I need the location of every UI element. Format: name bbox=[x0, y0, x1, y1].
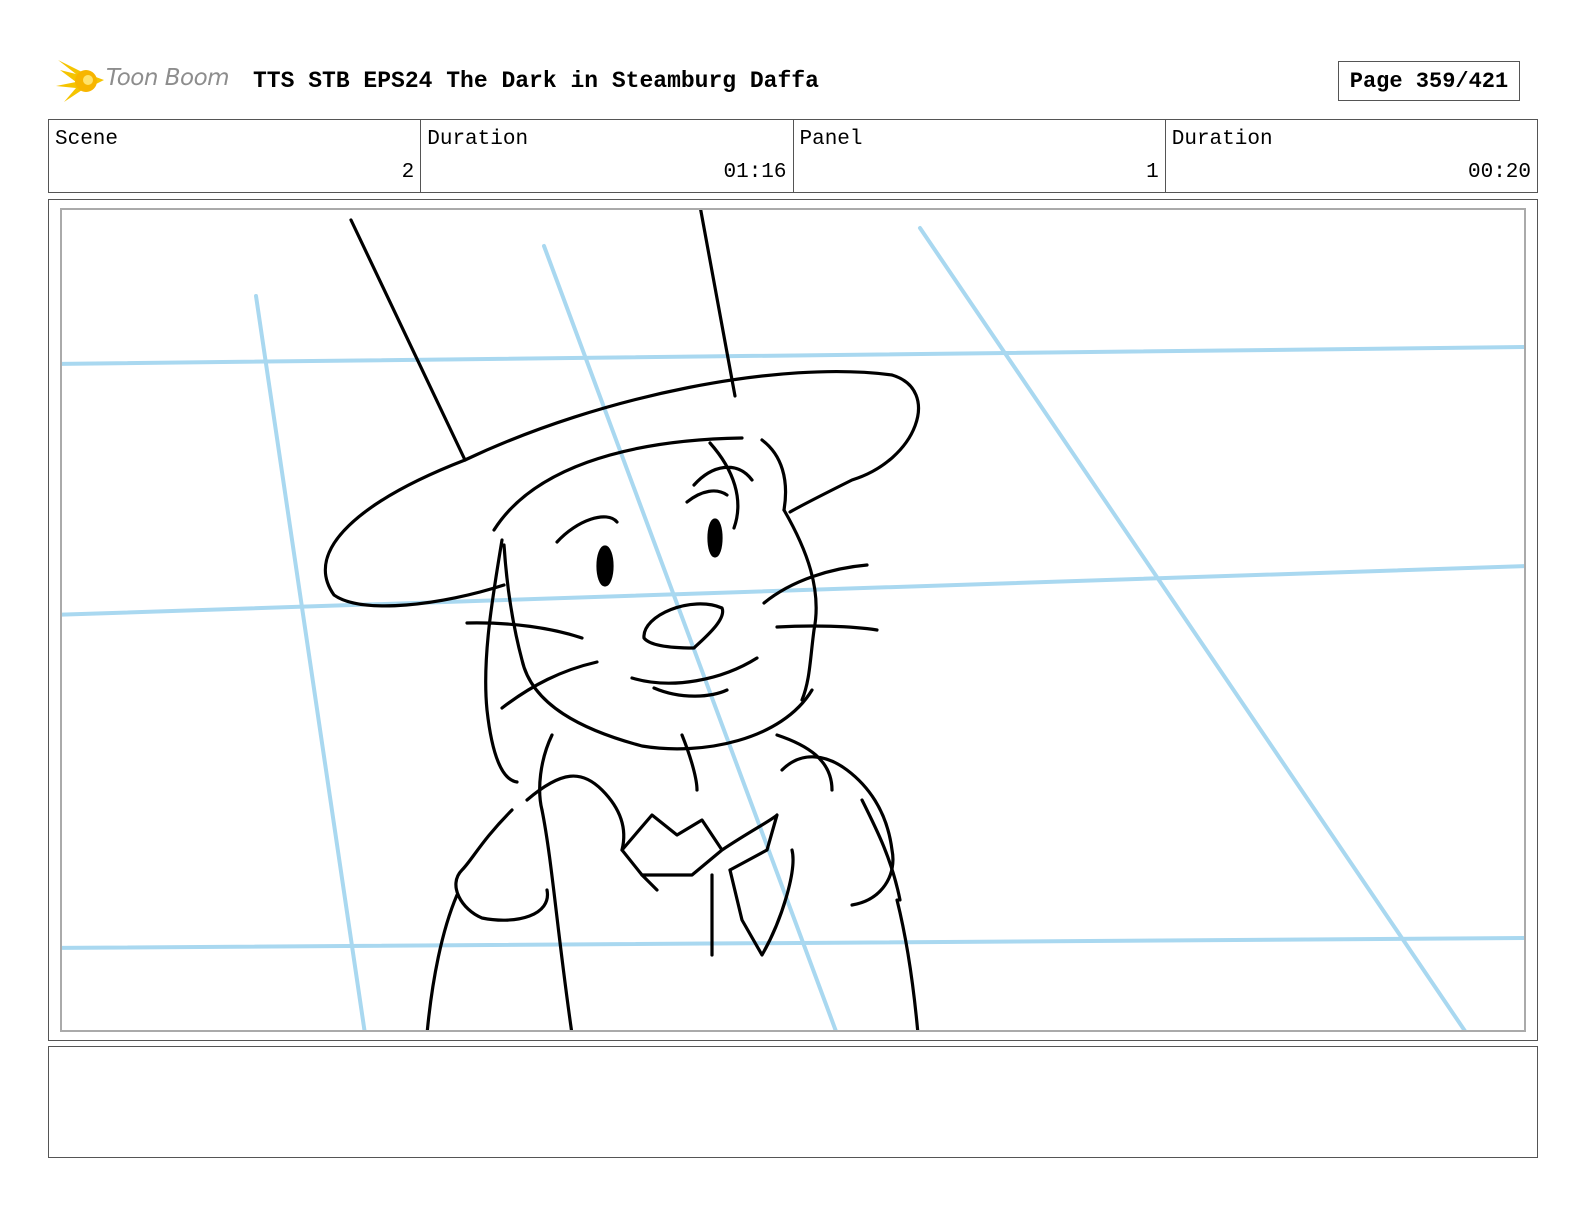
left-whisker-2 bbox=[500, 660, 599, 710]
character-sketch bbox=[323, 210, 921, 1030]
panel-notes-box[interactable] bbox=[48, 1046, 1538, 1158]
right-body-side bbox=[895, 898, 920, 1030]
panel-duration-cell: Duration 00:20 bbox=[1166, 120, 1537, 192]
page-header: Toon Boom TTS STB EPS24 The Dark in Stea… bbox=[48, 56, 1538, 106]
scene-duration-label: Duration bbox=[427, 128, 529, 151]
info-row: Scene 2 Duration 01:16 Panel 1 Duration … bbox=[48, 119, 1538, 193]
hair-tuft bbox=[692, 438, 788, 530]
scene-value: 2 bbox=[401, 161, 415, 184]
scene-duration-value: 01:16 bbox=[723, 161, 787, 184]
panel-cell: Panel 1 bbox=[794, 120, 1166, 192]
mouth-lower bbox=[652, 686, 729, 698]
left-cheek bbox=[502, 543, 814, 751]
right-arm bbox=[860, 798, 902, 902]
guide-line bbox=[62, 564, 1524, 617]
right-eye bbox=[707, 518, 723, 558]
scene-duration-cell: Duration 01:16 bbox=[421, 120, 794, 192]
guide-line bbox=[62, 936, 1524, 950]
left-body-side bbox=[425, 893, 459, 1030]
scene-label: Scene bbox=[55, 128, 119, 151]
scene-cell: Scene 2 bbox=[49, 120, 422, 192]
panel-drawing-area[interactable] bbox=[60, 208, 1526, 1032]
guide-line bbox=[62, 345, 1524, 366]
page-indicator: Page 359/421 bbox=[1338, 61, 1520, 101]
left-string bbox=[349, 218, 467, 462]
left-brow bbox=[555, 515, 619, 544]
panel-value: 1 bbox=[1146, 161, 1159, 184]
bow-tie bbox=[620, 813, 779, 877]
right-brow bbox=[685, 489, 729, 504]
guide-line bbox=[254, 294, 367, 1030]
left-eye bbox=[596, 545, 614, 587]
toon-boom-logo: Toon Boom bbox=[52, 56, 242, 106]
left-whisker-1 bbox=[465, 621, 584, 640]
storyboard-sketch bbox=[62, 210, 1524, 1030]
hat-brim bbox=[323, 458, 506, 608]
logo-text: Toon Boom bbox=[106, 65, 230, 91]
right-whisker-2 bbox=[775, 624, 879, 632]
left-ear bbox=[484, 538, 519, 784]
head-top bbox=[492, 436, 744, 532]
document-title: TTS STB EPS24 The Dark in Steamburg Daff… bbox=[253, 68, 819, 94]
right-string bbox=[699, 210, 737, 398]
collar bbox=[538, 733, 834, 812]
panel-duration-label: Duration bbox=[1171, 128, 1273, 151]
shirt-front bbox=[640, 848, 795, 957]
perspective-guides bbox=[62, 226, 1524, 1030]
panel-duration-value: 00:20 bbox=[1467, 161, 1531, 184]
left-torso-line bbox=[540, 808, 574, 1030]
right-cheek bbox=[782, 508, 818, 702]
panel-label: Panel bbox=[799, 128, 863, 151]
left-arm bbox=[454, 808, 549, 922]
panel-frame bbox=[48, 199, 1538, 1041]
toon-boom-star-icon bbox=[56, 60, 104, 102]
mouth bbox=[630, 656, 759, 685]
guide-line bbox=[542, 244, 838, 1030]
